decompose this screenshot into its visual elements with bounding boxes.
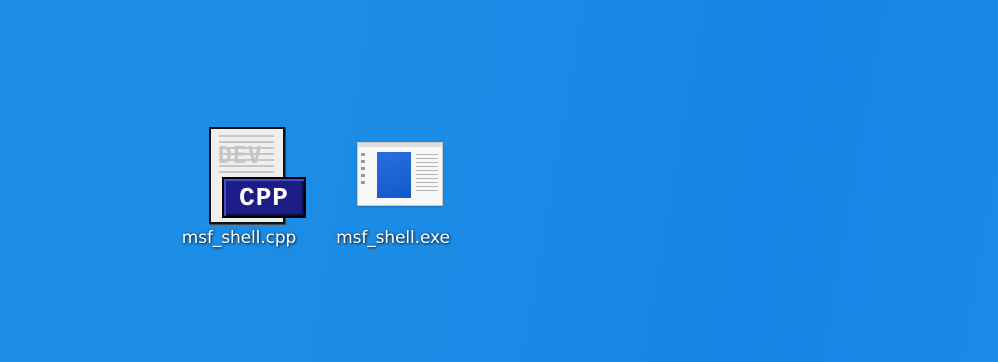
window-titlebar-graphic [358,143,442,147]
desktop[interactable]: DEV CPP msf_shell.cpp msf_shell.exe [0,0,998,362]
desktop-icon-msf-shell-cpp[interactable]: DEV CPP msf_shell.cpp [164,122,314,262]
window-text-lines [416,154,438,194]
cpp-badge: CPP [222,177,306,218]
icon-label: msf_shell.cpp [181,228,297,248]
desktop-icon-msf-shell-exe[interactable]: msf_shell.exe [318,122,468,262]
application-window-graphic [357,142,443,206]
window-menu-dots [361,153,365,185]
window-blue-pane [377,152,411,198]
dev-watermark: DEV [218,143,263,169]
cpp-file-icon: DEV CPP [189,122,306,224]
icon-label: msf_shell.exe [336,228,450,248]
exe-application-icon [343,122,443,222]
